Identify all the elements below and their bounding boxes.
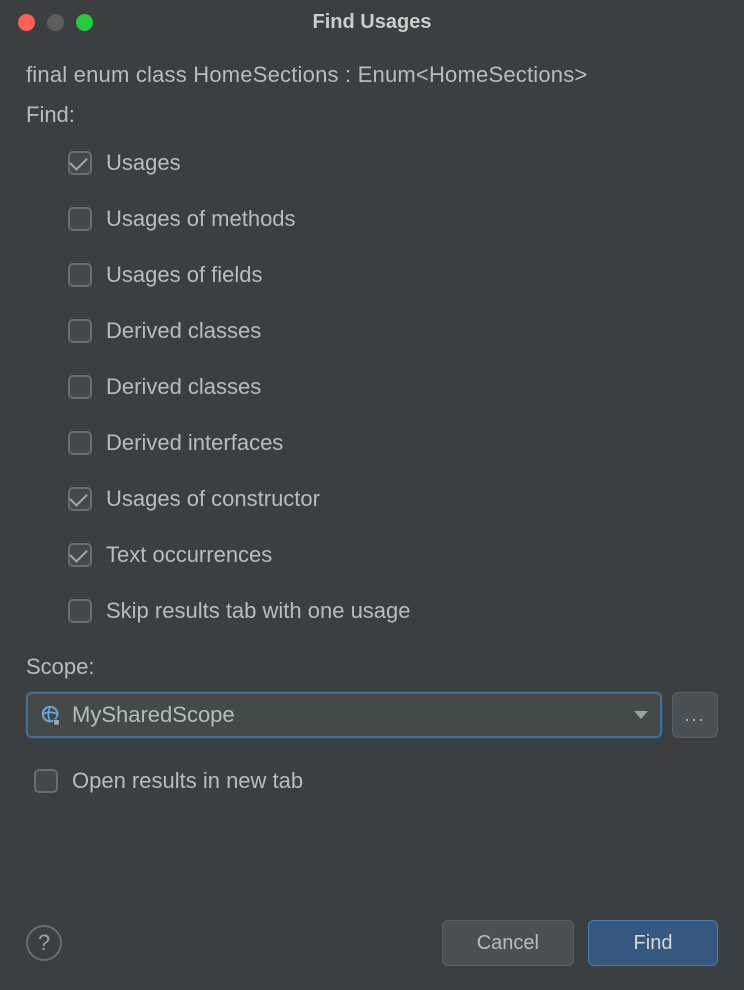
checkbox-label: Usages: [106, 150, 181, 176]
find-button[interactable]: Find: [588, 920, 718, 966]
option-derived-classes[interactable]: Derived classes: [68, 318, 718, 344]
option-skip-results-tab[interactable]: Skip results tab with one usage: [68, 598, 718, 624]
checkbox[interactable]: [68, 151, 92, 175]
checkbox[interactable]: [68, 207, 92, 231]
dialog-content: final enum class HomeSections : Enum<Hom…: [0, 44, 744, 794]
checkbox[interactable]: [68, 487, 92, 511]
option-usages-of-fields[interactable]: Usages of fields: [68, 262, 718, 288]
help-button[interactable]: ?: [26, 925, 62, 961]
checkbox-label: Open results in new tab: [72, 768, 303, 794]
checkbox[interactable]: [68, 319, 92, 343]
option-usages-of-methods[interactable]: Usages of methods: [68, 206, 718, 232]
shared-scope-icon: [40, 704, 62, 726]
scope-value: MySharedScope: [72, 702, 634, 728]
checkbox[interactable]: [68, 543, 92, 567]
checkbox-label: Skip results tab with one usage: [106, 598, 411, 624]
checkbox-label: Derived classes: [106, 374, 261, 400]
open-new-tab-option[interactable]: Open results in new tab: [26, 768, 718, 794]
window-controls: [18, 14, 93, 31]
minimize-window-button[interactable]: [47, 14, 64, 31]
checkbox-label: Usages of constructor: [106, 486, 320, 512]
option-usages-of-constructor[interactable]: Usages of constructor: [68, 486, 718, 512]
option-derived-interfaces[interactable]: Derived interfaces: [68, 430, 718, 456]
checkbox[interactable]: [34, 769, 58, 793]
checkbox[interactable]: [68, 431, 92, 455]
checkbox-label: Usages of methods: [106, 206, 296, 232]
find-section-label: Find:: [26, 102, 718, 128]
titlebar: Find Usages: [0, 0, 744, 44]
option-derived-classes-2[interactable]: Derived classes: [68, 374, 718, 400]
dialog-title: Find Usages: [16, 11, 728, 34]
checkbox-label: Derived classes: [106, 318, 261, 344]
find-options-list: Usages Usages of methods Usages of field…: [26, 150, 718, 624]
checkbox[interactable]: [68, 375, 92, 399]
chevron-down-icon: [634, 711, 648, 719]
scope-label: Scope:: [26, 654, 718, 680]
scope-browse-button[interactable]: ...: [672, 692, 718, 738]
scope-row: MySharedScope ...: [26, 692, 718, 738]
option-text-occurrences[interactable]: Text occurrences: [68, 542, 718, 568]
option-usages[interactable]: Usages: [68, 150, 718, 176]
cancel-button[interactable]: Cancel: [442, 920, 574, 966]
close-window-button[interactable]: [18, 14, 35, 31]
scope-dropdown[interactable]: MySharedScope: [26, 692, 662, 738]
scope-section: Scope: MySharedScope ...: [26, 654, 718, 738]
dialog-footer: ? Cancel Find: [26, 920, 718, 966]
checkbox[interactable]: [68, 263, 92, 287]
footer-buttons: Cancel Find: [442, 920, 718, 966]
checkbox[interactable]: [68, 599, 92, 623]
checkbox-label: Text occurrences: [106, 542, 272, 568]
class-signature: final enum class HomeSections : Enum<Hom…: [26, 62, 718, 88]
checkbox-label: Usages of fields: [106, 262, 263, 288]
maximize-window-button[interactable]: [76, 14, 93, 31]
checkbox-label: Derived interfaces: [106, 430, 283, 456]
